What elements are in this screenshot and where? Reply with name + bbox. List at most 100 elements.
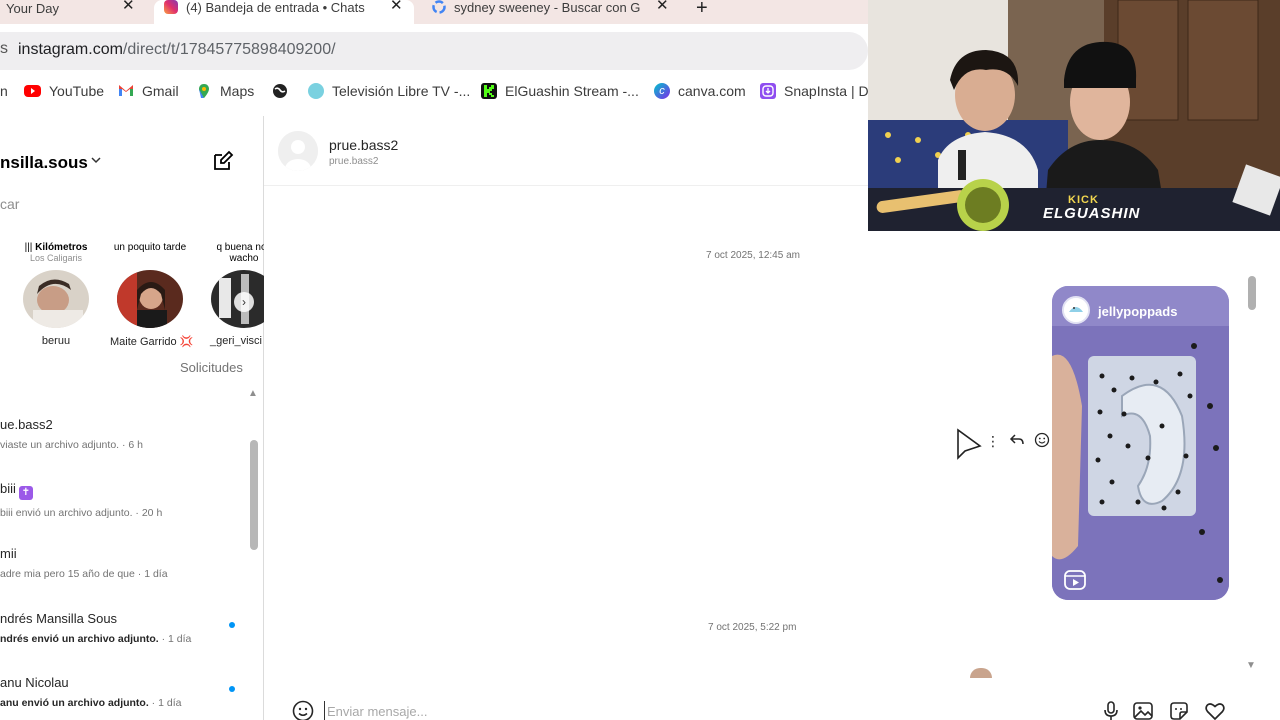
- scroll-up-icon[interactable]: ▲: [248, 388, 258, 399]
- bookmark-snapinsta[interactable]: SnapInsta | Do: [760, 83, 876, 99]
- story-note-maite-garrido[interactable]: un poquito tarde Maite Garrido 💢: [110, 242, 194, 348]
- tab-your-day[interactable]: Your Day ✕: [0, 0, 150, 24]
- conversation-preview: ndrés envió un archivo adjunto. · 1 día: [0, 633, 250, 645]
- close-icon[interactable]: ✕: [656, 0, 669, 14]
- instagram-icon: [164, 0, 178, 14]
- more-options-icon[interactable]: ⋮: [986, 433, 1000, 450]
- bookmark-youtube[interactable]: YouTube: [24, 83, 104, 99]
- reel-header: jellypoppads: [1052, 286, 1229, 336]
- search-input[interactable]: car: [0, 196, 19, 212]
- url-text[interactable]: instagram.com/direct/t/17845775898409200…: [18, 41, 336, 59]
- account-username[interactable]: nsilla.sous: [0, 153, 88, 173]
- message-timestamp: 7 oct 2025, 5:22 pm: [708, 622, 797, 633]
- bookmark-label: YouTube: [49, 83, 105, 99]
- reply-icon[interactable]: [1009, 433, 1025, 450]
- inbox-sidebar: nsilla.sous car ||| Kilómetros Los Calig…: [0, 116, 264, 720]
- url-path: /direct/t/17845775898409200/: [122, 41, 336, 58]
- bookmark-label: Maps: [220, 83, 255, 99]
- bookmark-label: Televisión Libre TV -...: [332, 83, 471, 99]
- message-timestamp: 7 oct 2025, 12:45 am: [706, 250, 800, 261]
- tab-label: sydney sweeney - Buscar con G: [454, 0, 641, 15]
- conversation-item[interactable]: ue.bass2 viaste un archivo adjunto. · 6 …: [0, 417, 250, 451]
- conversation-name: ndrés Mansilla Sous: [0, 611, 118, 626]
- emoji-icon[interactable]: [292, 700, 314, 720]
- story-username: _geri_visci: [210, 335, 262, 347]
- tab-label: Your Day: [6, 0, 59, 16]
- site-info-fragment[interactable]: s: [0, 40, 8, 58]
- conversation-name: biii ✝: [0, 481, 250, 500]
- chat-scrollbar[interactable]: [1248, 276, 1256, 310]
- close-icon[interactable]: ✕: [390, 0, 403, 14]
- globe-icon: [272, 83, 288, 99]
- bookmark-television-libre[interactable]: Televisión Libre TV -...: [308, 83, 470, 99]
- avatar: [117, 270, 183, 328]
- bookmark-maps[interactable]: Maps: [196, 83, 254, 99]
- story-username: Maite Garrido 💢: [110, 336, 194, 348]
- bookmark-globe[interactable]: [272, 83, 296, 99]
- google-icon: [432, 0, 446, 14]
- maps-icon: [196, 83, 212, 99]
- tab-instagram-inbox[interactable]: (4) Bandeja de entrada • Chats ✕: [154, 0, 414, 24]
- preview-time: · 1 día: [148, 697, 182, 709]
- microphone-icon[interactable]: [1100, 700, 1122, 720]
- bookmark-canva[interactable]: c canva.com: [654, 83, 746, 99]
- requests-link[interactable]: Solicitudes: [180, 360, 243, 375]
- address-bar[interactable]: s instagram.com/direct/t/178457758984092…: [0, 32, 868, 70]
- conversation-name: ue.bass2: [0, 417, 53, 432]
- tab-label: (4) Bandeja de entrada • Chats: [186, 0, 365, 15]
- conversation-preview: viaste un archivo adjunto. · 6 h: [0, 439, 250, 451]
- avatar: [1062, 296, 1090, 324]
- scroll-down-icon[interactable]: ▼: [1246, 660, 1256, 671]
- sticker-icon[interactable]: [1168, 700, 1190, 720]
- music-icon: |||: [24, 242, 33, 253]
- conversation-preview: adre mia pero 15 año de que · 1 día: [0, 568, 250, 580]
- channel-name: ELGUASHIN: [1043, 205, 1141, 222]
- preview-text: ndrés envió un archivo adjunto.: [0, 633, 159, 645]
- conversation-name: mii: [0, 546, 17, 561]
- reel-username: jellypoppads: [1098, 304, 1178, 319]
- unread-dot: [229, 686, 235, 692]
- compose-message-icon[interactable]: [212, 150, 234, 172]
- preview-time: · 1 día: [134, 568, 168, 580]
- react-emoji-icon[interactable]: [1034, 432, 1050, 451]
- chevron-down-icon[interactable]: [90, 154, 102, 169]
- shared-reel-message[interactable]: jellypoppads: [1052, 286, 1229, 600]
- preview-text: viaste un archivo adjunto.: [0, 439, 120, 451]
- bookmark-gmail[interactable]: Gmail: [118, 83, 179, 99]
- heart-icon[interactable]: [1204, 700, 1226, 720]
- story-note-beruu[interactable]: ||| Kilómetros Los Caligaris beruu: [16, 242, 96, 347]
- bookmark-fragment[interactable]: n: [0, 83, 8, 99]
- preview-time: · 6 h: [119, 439, 144, 451]
- note-text: q buena noc wacho: [216, 242, 264, 264]
- conversation-name-text: biii: [0, 481, 16, 496]
- bookmark-elguashin-stream[interactable]: ElGuashin Stream -...: [481, 83, 639, 99]
- conversation-item[interactable]: ndrés Mansilla Sous ndrés envió un archi…: [0, 611, 250, 645]
- new-tab-button[interactable]: +: [696, 0, 708, 20]
- url-domain: instagram.com: [18, 41, 123, 58]
- contact-name[interactable]: prue.bass2: [329, 137, 398, 153]
- message-input[interactable]: [324, 701, 1024, 720]
- preview-text: adre mia pero 15 año de que: [0, 568, 135, 580]
- bookmark-label: Gmail: [142, 83, 179, 99]
- bookmark-label: canva.com: [678, 83, 746, 99]
- unread-dot: [229, 622, 235, 628]
- conversation-preview: anu envió un archivo adjunto. · 1 día: [0, 697, 250, 709]
- story-note-geri-visci[interactable]: q buena noc wacho _geri_visci: [204, 242, 264, 347]
- image-icon[interactable]: [1132, 700, 1154, 720]
- preview-time: · 20 h: [132, 507, 163, 519]
- conversation-item[interactable]: mii adre mia pero 15 año de que · 1 día: [0, 546, 250, 580]
- preview-text: biii envió un archivo adjunto.: [0, 507, 133, 519]
- avatar: [23, 270, 89, 328]
- canva-icon: c: [654, 83, 670, 99]
- sidebar-scrollbar[interactable]: [250, 440, 258, 550]
- conversation-item[interactable]: anu Nicolau anu envió un archivo adjunto…: [0, 675, 250, 709]
- gmail-icon: [118, 83, 134, 99]
- mouse-cursor-icon: [956, 428, 982, 467]
- bookmark-label: SnapInsta | Do: [784, 83, 877, 99]
- preview-time: · 1 día: [158, 633, 192, 645]
- conversation-item[interactable]: biii ✝ biii envió un archivo adjunto. · 2…: [0, 481, 250, 519]
- avatar[interactable]: [278, 131, 318, 171]
- tab-google-search[interactable]: sydney sweeney - Buscar con G ✕: [424, 0, 684, 24]
- close-icon[interactable]: ✕: [122, 0, 135, 14]
- chevron-right-icon[interactable]: ›: [234, 292, 254, 312]
